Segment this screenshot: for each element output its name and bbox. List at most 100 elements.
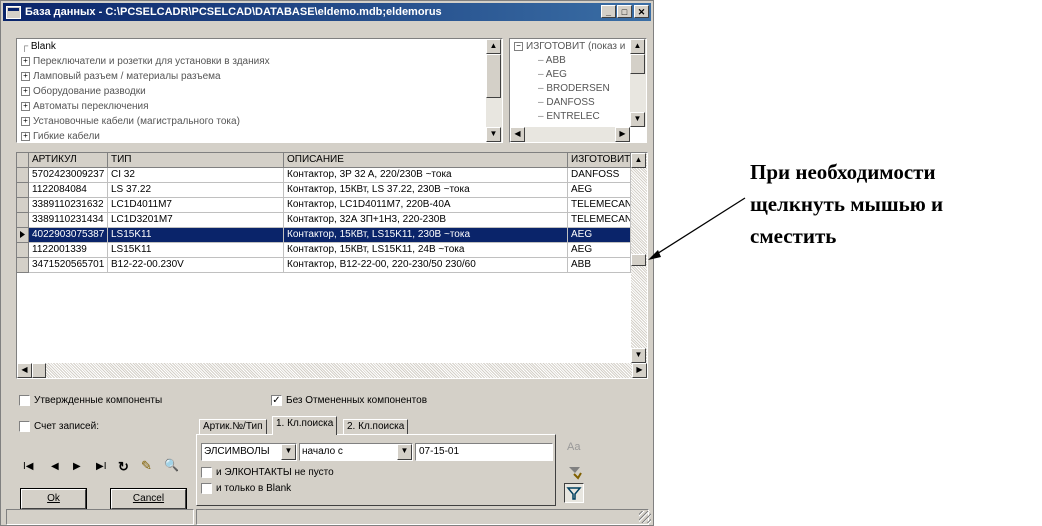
components-grid[interactable]: АРТИКУЛ ТИП ОПИСАНИЕ ИЗГОТОВИТ 570242300… (16, 152, 648, 379)
table-cell[interactable]: B12-22-00.230V (108, 258, 284, 273)
table-cell[interactable]: LC1D3201M7 (108, 213, 284, 228)
tree-item[interactable]: + Ламповый разъем / материалы разъема (21, 71, 221, 82)
tree-item[interactable]: + Гибкие кабели (21, 131, 100, 142)
tree-item[interactable]: + Автоматы переключения (21, 101, 149, 112)
manufacturer-item[interactable]: – DANFOSS (538, 97, 595, 108)
scroll-down-icon[interactable]: ▼ (630, 112, 645, 127)
mode-select[interactable]: начало с ▼ (299, 443, 413, 461)
table-cell[interactable]: TELEMECAN (568, 198, 631, 213)
only-in-blank-checkbox[interactable]: и только в Blank (201, 483, 291, 494)
without-cancelled-checkbox[interactable]: ✓ Без Отмененных компонентов (271, 395, 427, 406)
close-button[interactable]: ✕ (634, 5, 649, 18)
manufacturer-item[interactable]: – ENTRELEC (538, 111, 600, 122)
col-header-manufacturer[interactable]: ИЗГОТОВИТ (568, 153, 631, 168)
tree-item[interactable]: + Переключатели и розетки для установки в… (21, 56, 270, 67)
scroll-down-icon[interactable]: ▼ (631, 348, 646, 363)
record-count-checkbox[interactable]: Счет записей: (19, 421, 99, 432)
table-cell[interactable]: LS15K11 (108, 228, 284, 243)
grid-hscroll[interactable]: ◀ ▶ (17, 363, 647, 378)
tree-item[interactable]: + Оборудование разводки (21, 86, 146, 97)
table-cell[interactable]: Контактор, 15КВт, LS15K11, 230В ~тока (284, 228, 568, 243)
manufacturer-root[interactable]: − ИЗГОТОВИТ (показ и (514, 41, 625, 52)
scroll-up-icon[interactable]: ▲ (630, 39, 645, 54)
title-bar[interactable]: База данных - C:\PCSELCADR\PCSELCAD\DATA… (3, 3, 651, 21)
manufacturer-vscroll[interactable]: ▲ ▼ (630, 39, 646, 127)
table-cell[interactable]: 3389110231632 (29, 198, 108, 213)
scroll-left-icon[interactable]: ◀ (17, 363, 32, 378)
checkbox-icon[interactable] (19, 421, 30, 432)
scroll-thumb[interactable] (630, 54, 645, 74)
nav-last-icon[interactable]: ▶I (96, 461, 106, 472)
checkbox-icon[interactable] (19, 395, 30, 406)
expand-icon[interactable]: + (21, 116, 30, 126)
expand-icon[interactable]: + (21, 71, 30, 81)
table-cell[interactable]: LS15K11 (108, 243, 284, 258)
manufacturer-hscroll[interactable]: ◀ ▶ (510, 127, 630, 142)
row-indicator[interactable] (17, 258, 29, 273)
table-cell[interactable]: 3389110231434 (29, 213, 108, 228)
cancel-button[interactable]: Cancel (110, 488, 187, 510)
nav-first-icon[interactable]: I◀ (23, 461, 33, 472)
tree-item[interactable]: + Установочные кабели (магистрального ток… (21, 116, 240, 127)
table-cell[interactable]: AEG (568, 183, 631, 198)
checkbox-icon[interactable] (201, 483, 212, 494)
scroll-up-icon[interactable]: ▲ (631, 153, 646, 168)
table-cell[interactable]: LC1D4011M7 (108, 198, 284, 213)
tree-item-blank[interactable]: ┌ Blank (21, 41, 56, 52)
scroll-right-icon[interactable]: ▶ (615, 127, 630, 142)
minimize-button[interactable]: _ (601, 5, 616, 18)
ok-button[interactable]: Ok (20, 488, 87, 510)
checkbox-icon[interactable] (201, 467, 212, 478)
manufacturer-tree[interactable]: − ИЗГОТОВИТ (показ и – ABB – AEG – BRODER… (509, 38, 647, 143)
table-cell[interactable]: TELEMECAN (568, 213, 631, 228)
row-indicator[interactable] (17, 228, 29, 243)
row-indicator[interactable] (17, 183, 29, 198)
filter-sort-icon[interactable] (566, 463, 584, 481)
col-header-description[interactable]: ОПИСАНИЕ (284, 153, 568, 168)
scroll-down-icon[interactable]: ▼ (486, 127, 501, 142)
grid-vscroll[interactable]: ▲ ▼ (631, 153, 647, 363)
tab-article-type[interactable]: Артик.№/Тип (199, 419, 267, 435)
nav-prev-icon[interactable]: ◀ (51, 461, 59, 472)
scroll-left-icon[interactable]: ◀ (510, 127, 525, 142)
scroll-up-icon[interactable]: ▲ (486, 39, 501, 54)
manufacturer-item[interactable]: – ABB (538, 55, 566, 66)
contacts-not-empty-checkbox[interactable]: и ЭЛКОНТАКТЫ не пусто (201, 467, 334, 478)
tab-key-2[interactable]: 2. Кл.поиска (343, 419, 409, 435)
table-cell[interactable]: 4022903075387 (29, 228, 108, 243)
table-cell[interactable]: 1122001339 (29, 243, 108, 258)
table-cell[interactable]: 1122084084 (29, 183, 108, 198)
field-select[interactable]: ЭЛСИМВОЛЫ ▼ (201, 443, 297, 461)
chevron-down-icon[interactable]: ▼ (397, 444, 412, 460)
table-cell[interactable]: Контактор, 15КВт, LS15K11, 24В ~тока (284, 243, 568, 258)
row-indicator[interactable] (17, 198, 29, 213)
expand-icon[interactable]: + (21, 56, 30, 66)
table-cell[interactable]: CI 32 (108, 168, 284, 183)
expand-icon[interactable]: + (21, 131, 30, 141)
scroll-thumb[interactable] (486, 54, 501, 98)
binoculars-icon[interactable]: 🔍 (164, 458, 179, 472)
table-cell[interactable]: LS 37.22 (108, 183, 284, 198)
search-input[interactable]: 07-15-01 (415, 443, 553, 461)
table-cell[interactable]: ABB (568, 258, 631, 273)
row-indicator[interactable] (17, 168, 29, 183)
col-header-article[interactable]: АРТИКУЛ (29, 153, 108, 168)
collapse-icon[interactable]: − (514, 41, 523, 51)
tree-scrollbar[interactable]: ▲ ▼ (486, 39, 502, 142)
table-cell[interactable]: Контактор, B12-22-00, 220-230/50 230/60 (284, 258, 568, 273)
category-tree[interactable]: ┌ Blank + Переключатели и розетки для уст… (16, 38, 503, 143)
table-cell[interactable]: Контактор, 3P 32 A, 220/230В ~тока (284, 168, 568, 183)
manufacturer-item[interactable]: – BRODERSEN (538, 83, 610, 94)
resize-grip-icon[interactable] (639, 511, 651, 523)
table-cell[interactable]: DANFOSS (568, 168, 631, 183)
table-cell[interactable]: 5702423009237 (29, 168, 108, 183)
row-indicator[interactable] (17, 213, 29, 228)
maximize-button[interactable]: □ (617, 5, 632, 18)
table-cell[interactable]: Контактор, 15КВт, LS 37.22, 230В ~тока (284, 183, 568, 198)
table-cell[interactable]: 3471520565701 (29, 258, 108, 273)
scroll-right-icon[interactable]: ▶ (632, 363, 647, 378)
grid-scroll-thumb[interactable] (631, 254, 646, 266)
table-cell[interactable]: Контактор, 32А 3П+1Н3, 220-230В (284, 213, 568, 228)
filter-icon[interactable] (564, 483, 584, 503)
table-cell[interactable]: Контактор, LC1D4011M7, 220В-40А (284, 198, 568, 213)
